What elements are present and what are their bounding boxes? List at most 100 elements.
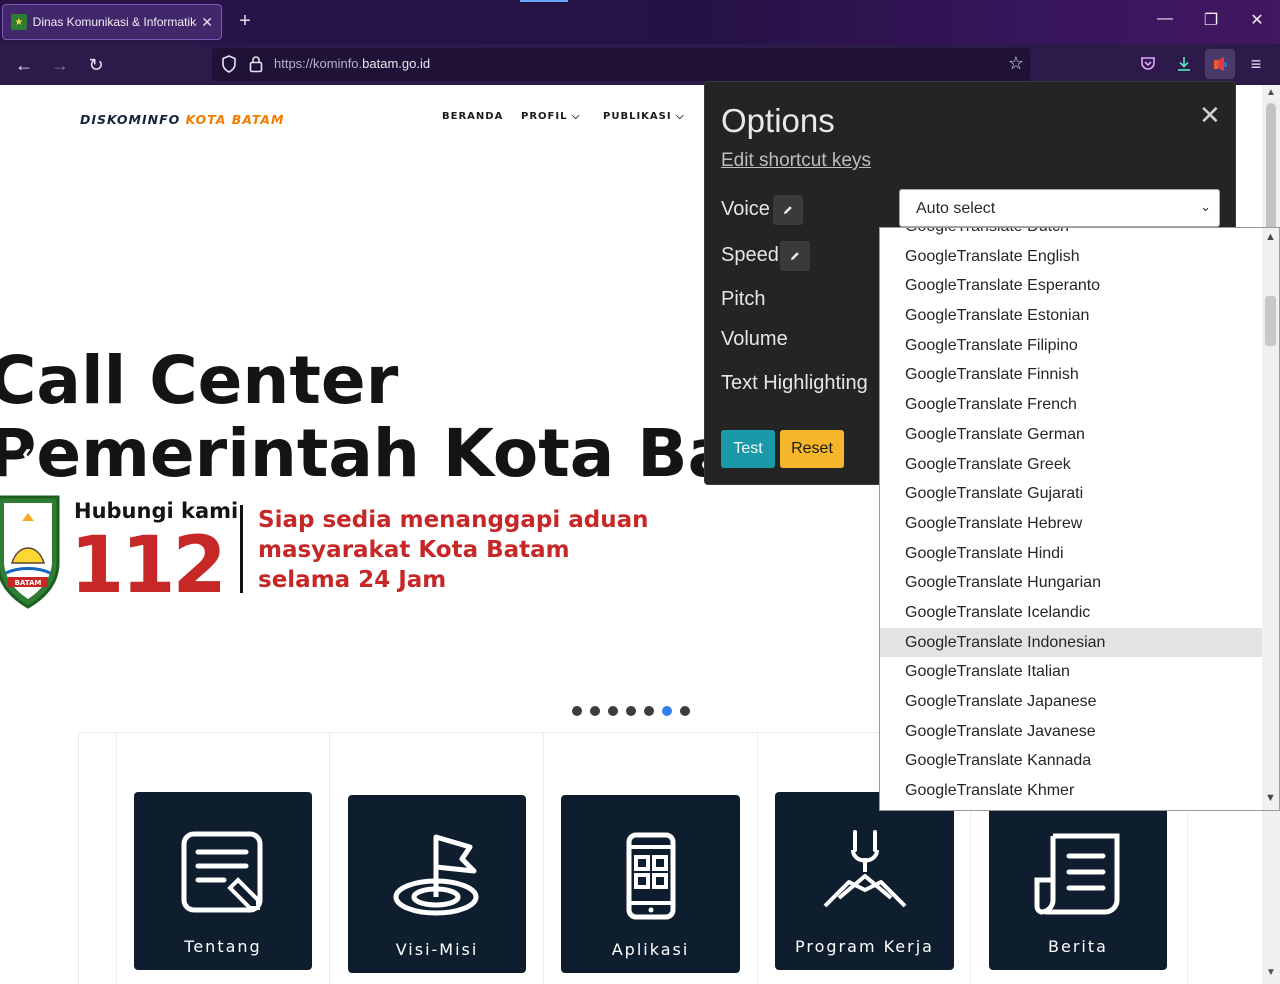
voice-label: Voice bbox=[721, 198, 770, 220]
slider-dot[interactable] bbox=[608, 706, 618, 716]
hero-message-line: Siap sedia menanggapi aduan bbox=[258, 507, 649, 533]
slider-dot[interactable] bbox=[590, 706, 600, 716]
voice-option[interactable]: GoogleTranslate English bbox=[880, 242, 1262, 272]
newspaper-icon bbox=[1034, 833, 1120, 915]
url-text[interactable]: https://kominfo.batam.go.id bbox=[274, 56, 430, 71]
voice-options: GoogleTranslate DutchGoogleTranslate Eng… bbox=[880, 228, 1262, 806]
reload-icon[interactable]: ↻ bbox=[83, 52, 109, 78]
voice-option[interactable]: GoogleTranslate Hebrew bbox=[880, 509, 1262, 539]
slider-dot[interactable] bbox=[644, 706, 654, 716]
scroll-up-icon[interactable]: ▲ bbox=[1266, 87, 1276, 98]
edit-shortcut-keys-link[interactable]: Edit shortcut keys bbox=[721, 150, 871, 172]
dropdown-scroll-down-icon[interactable]: ▼ bbox=[1265, 792, 1276, 804]
voice-option[interactable]: GoogleTranslate Javanese bbox=[880, 717, 1262, 747]
read-aloud-extension-icon[interactable] bbox=[1205, 49, 1235, 79]
menu-profil[interactable]: PROFIL ⌵ bbox=[521, 111, 581, 122]
card-visi-misi[interactable]: Visi-Misi bbox=[348, 795, 526, 973]
emblem-text: BATAM bbox=[15, 579, 42, 587]
voice-option[interactable]: GoogleTranslate Italian bbox=[880, 657, 1262, 687]
hero-message-line: selama 24 Jam bbox=[258, 567, 447, 593]
test-button[interactable]: Test bbox=[721, 430, 775, 468]
call-center-number: 112 bbox=[70, 521, 227, 611]
phone-apps-icon bbox=[626, 832, 676, 920]
card-label: Aplikasi bbox=[611, 940, 690, 959]
dropdown-scrollbar-thumb[interactable] bbox=[1265, 296, 1276, 346]
reset-button[interactable]: Reset bbox=[780, 430, 844, 468]
edit-speed-pencil-icon[interactable] bbox=[780, 241, 810, 271]
card-label: Visi-Misi bbox=[395, 940, 479, 959]
contact-label: Hubungi kami bbox=[74, 499, 239, 523]
voice-select-value: Auto select bbox=[916, 200, 996, 217]
voice-option[interactable]: GoogleTranslate Dutch bbox=[880, 228, 1262, 242]
dropdown-scrollbar[interactable]: ▲ ▼ bbox=[1262, 228, 1279, 810]
hero-divider bbox=[240, 505, 243, 593]
slider-dot[interactable] bbox=[680, 706, 690, 716]
bookmark-star-icon[interactable]: ☆ bbox=[1008, 53, 1024, 74]
voice-option[interactable]: GoogleTranslate Icelandic bbox=[880, 598, 1262, 628]
site-favicon-icon: ★ bbox=[11, 14, 27, 30]
forward-arrow-icon[interactable]: → bbox=[47, 52, 73, 78]
pitch-label: Pitch bbox=[721, 288, 766, 310]
speed-label: Speed bbox=[721, 244, 779, 266]
voice-option[interactable]: GoogleTranslate Finnish bbox=[880, 360, 1262, 390]
card-label: Program Kerja bbox=[795, 937, 934, 956]
voice-option[interactable]: GoogleTranslate Hungarian bbox=[880, 568, 1262, 598]
downloads-icon[interactable] bbox=[1169, 49, 1199, 79]
chevron-down-icon: ⌄ bbox=[1200, 199, 1211, 214]
slider-dot[interactable] bbox=[572, 706, 582, 716]
voice-option[interactable]: GoogleTranslate Greek bbox=[880, 450, 1262, 480]
minimize-button[interactable]: — bbox=[1150, 10, 1180, 28]
voice-option[interactable]: GoogleTranslate German bbox=[880, 420, 1262, 450]
close-window-button[interactable]: ✕ bbox=[1242, 10, 1272, 30]
dropdown-scroll-up-icon[interactable]: ▲ bbox=[1265, 231, 1276, 243]
voice-option[interactable]: GoogleTranslate French bbox=[880, 390, 1262, 420]
slider-prev-icon[interactable]: ‹ bbox=[22, 437, 31, 469]
edit-voice-pencil-icon[interactable] bbox=[773, 195, 803, 225]
slider-dots bbox=[572, 706, 690, 716]
scroll-down-icon[interactable]: ▼ bbox=[1266, 967, 1276, 978]
voice-select[interactable]: Auto select ⌄ bbox=[899, 189, 1220, 227]
hero-title-line1: Call Center bbox=[0, 342, 399, 419]
voice-option[interactable]: GoogleTranslate Khmer bbox=[880, 776, 1262, 806]
voice-option[interactable]: GoogleTranslate Hindi bbox=[880, 539, 1262, 569]
tracking-shield-icon[interactable] bbox=[220, 54, 238, 74]
menu-beranda[interactable]: BERANDA bbox=[442, 111, 503, 122]
tab-bar-accent bbox=[520, 0, 568, 2]
lock-icon[interactable] bbox=[248, 54, 264, 74]
card-tentang[interactable]: Tentang bbox=[134, 792, 312, 970]
app-menu-icon[interactable]: ≡ bbox=[1243, 51, 1269, 77]
batam-emblem-icon: BATAM bbox=[0, 495, 60, 609]
site-logo[interactable]: DISKOMINFO KOTA BATAM bbox=[80, 112, 284, 127]
voice-option[interactable]: GoogleTranslate Filipino bbox=[880, 331, 1262, 361]
menu-publikasi[interactable]: PUBLIKASI ⌵ bbox=[603, 111, 685, 122]
pocket-icon[interactable] bbox=[1133, 49, 1163, 79]
tab-close-icon[interactable]: ✕ bbox=[201, 14, 213, 31]
new-tab-button[interactable]: + bbox=[234, 10, 256, 32]
hero-message: Siap sedia menanggapi aduan masyarakat K… bbox=[258, 505, 649, 595]
voice-option[interactable]: GoogleTranslate Gujarati bbox=[880, 479, 1262, 509]
text-highlighting-label: Text Highlighting bbox=[721, 372, 868, 394]
card-aplikasi[interactable]: Aplikasi bbox=[561, 795, 740, 973]
card-program-kerja[interactable]: Program Kerja bbox=[775, 792, 954, 970]
slider-dot[interactable] bbox=[626, 706, 636, 716]
restore-button[interactable]: ❐ bbox=[1196, 10, 1226, 30]
options-title: Options bbox=[721, 102, 835, 139]
column-divider bbox=[116, 733, 117, 984]
card-label: Berita bbox=[1048, 937, 1108, 956]
slider-dot[interactable] bbox=[662, 706, 672, 716]
handshake-team-icon bbox=[823, 830, 907, 908]
card-berita[interactable]: Berita bbox=[989, 792, 1167, 970]
voice-option[interactable]: GoogleTranslate Kannada bbox=[880, 746, 1262, 776]
voice-dropdown-list[interactable]: GoogleTranslate DutchGoogleTranslate Eng… bbox=[879, 227, 1280, 811]
url-bar[interactable]: https://kominfo.batam.go.id ☆ bbox=[212, 48, 1030, 81]
voice-option[interactable]: GoogleTranslate Esperanto bbox=[880, 271, 1262, 301]
voice-option[interactable]: GoogleTranslate Indonesian bbox=[880, 627, 1262, 658]
card-label: Tentang bbox=[184, 937, 262, 956]
browser-tab-bar: ★ Dinas Komunikasi & Informatika ✕ + — ❐… bbox=[0, 0, 1280, 44]
voice-option[interactable]: GoogleTranslate Estonian bbox=[880, 301, 1262, 331]
back-arrow-icon[interactable]: ← bbox=[11, 52, 37, 78]
hero-message-line: masyarakat Kota Batam bbox=[258, 537, 570, 563]
voice-option[interactable]: GoogleTranslate Japanese bbox=[880, 687, 1262, 717]
close-icon[interactable]: ✕ bbox=[1199, 100, 1221, 131]
active-tab[interactable]: ★ Dinas Komunikasi & Informatika ✕ bbox=[2, 4, 222, 40]
